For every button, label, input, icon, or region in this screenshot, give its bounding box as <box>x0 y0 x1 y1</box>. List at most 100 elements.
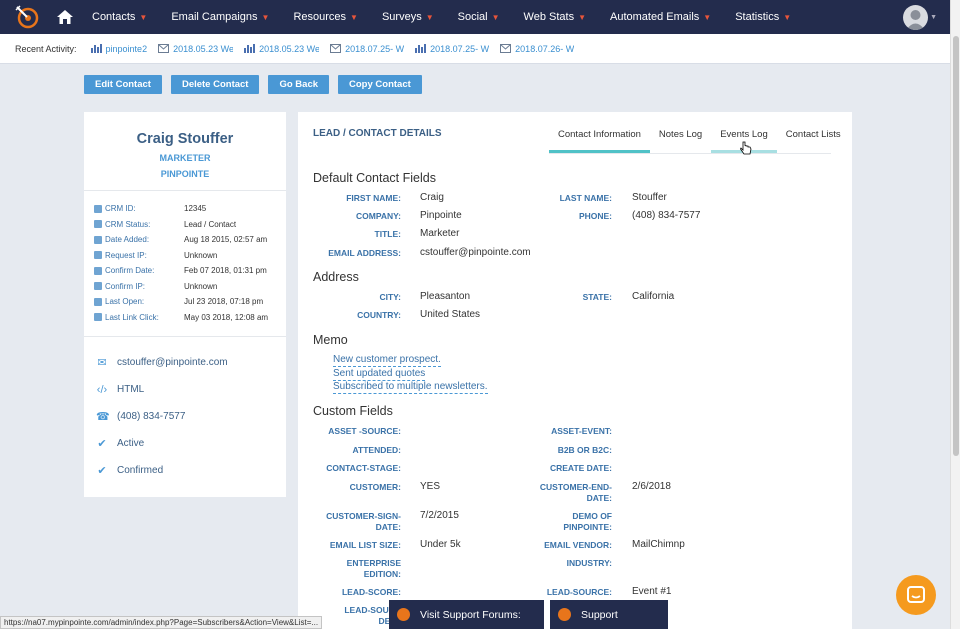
recent-item[interactable]: 2018.07.26- W <box>500 44 574 54</box>
demo-label-1: DEMO OF <box>572 511 612 521</box>
country-label: COUNTRY: <box>357 310 401 320</box>
email-item[interactable]: ✉ cstouffer@pinpointe.com <box>96 349 286 376</box>
meta-label: Confirm IP: <box>105 281 146 291</box>
recent-item-label: 2018.05.23 We <box>259 43 320 54</box>
lifebuoy-icon <box>558 608 571 621</box>
customer-end-date-value: 2/6/2018 <box>632 481 671 492</box>
asset-event-label: ASSET-EVENT: <box>551 426 612 436</box>
nav-label: Web Stats <box>523 11 575 23</box>
status-bar-url: https://na07.mypinpointe.com/admin/index… <box>0 616 323 629</box>
meta-value: Aug 18 2015, 02:57 am <box>184 235 268 245</box>
meta-label: Last Open: <box>105 297 145 307</box>
scrollbar-thumb[interactable] <box>953 36 959 456</box>
b2b-label: B2B OR B2C: <box>557 445 612 455</box>
copy-contact-button[interactable]: Copy Contact <box>338 75 422 94</box>
contact-company: PINPOINTE <box>160 169 210 179</box>
nav-email-campaigns[interactable]: Email Campaigns ▼ <box>159 0 281 34</box>
status-value: Active <box>117 438 145 449</box>
chevron-down-icon[interactable]: ▼ <box>930 14 937 21</box>
top-navbar: Contacts ▼ Email Campaigns ▼ Resources ▼ Su… <box>0 0 950 34</box>
recent-item[interactable]: pinpointe2 <box>90 43 148 54</box>
recent-item[interactable]: 2018.07.25- W <box>330 44 404 54</box>
email-icon <box>330 44 342 53</box>
customer-end-date-label-2: DATE: <box>586 493 612 503</box>
support-forums-button[interactable]: Visit Support Forums: <box>389 600 544 629</box>
recent-item-label: 2018.05.23 We <box>173 43 234 54</box>
chevron-down-icon: ▼ <box>783 12 792 22</box>
home-icon[interactable] <box>56 8 74 26</box>
email-value: cstouffer@pinpointe.com <box>420 247 531 258</box>
nav-social[interactable]: Social ▼ <box>446 0 512 34</box>
nav-statistics[interactable]: Statistics ▼ <box>723 0 803 34</box>
nav-surveys[interactable]: Surveys ▼ <box>370 0 446 34</box>
edit-contact-button[interactable]: Edit Contact <box>84 75 162 94</box>
nav-automated-emails[interactable]: Automated Emails ▼ <box>598 0 723 34</box>
nav-label: Resources <box>293 11 347 23</box>
nav-label: Surveys <box>381 11 422 23</box>
section-memo: Memo <box>313 333 348 347</box>
meta-label: Request IP: <box>105 250 147 260</box>
nav-label: Statistics <box>735 11 780 23</box>
chat-button[interactable] <box>896 575 936 615</box>
pointer-cursor-icon <box>740 141 752 155</box>
chart-icon <box>90 44 102 53</box>
contact-actions: Edit Contact Delete Contact Go Back Copy… <box>84 75 422 94</box>
first-name-label: FIRST NAME: <box>346 193 401 203</box>
chevron-down-icon: ▼ <box>491 12 500 22</box>
recent-item[interactable]: 2018.05.23 We <box>244 44 319 54</box>
tab-contact-information[interactable]: Contact Information <box>549 129 650 153</box>
tab-contact-lists[interactable]: Contact Lists <box>777 129 850 153</box>
memo-line[interactable]: Subscribed to multiple newsletters. <box>333 381 488 394</box>
code-icon: ‹/› <box>96 383 108 396</box>
nav-web-stats[interactable]: Web Stats ▼ <box>512 0 598 34</box>
meta-row: Confirm IP: Unknown <box>94 279 286 295</box>
demo-label-2: PINPOINTE: <box>563 522 612 532</box>
customer-end-date-label-1: CUSTOMER-END- <box>539 482 612 492</box>
calendar-icon <box>94 297 102 306</box>
meta-label: Confirm Date: <box>105 266 155 276</box>
meta-value: Jul 23 2018, 07:18 pm <box>184 297 264 307</box>
contact-title: MARKETER <box>159 153 211 163</box>
go-back-button[interactable]: Go Back <box>268 75 330 94</box>
chat-icon <box>907 586 925 603</box>
recent-item-label: 2018.07.25- W <box>345 43 405 54</box>
meta-value: Unknown <box>184 250 218 260</box>
chevron-down-icon: ▼ <box>139 12 148 22</box>
memo-line[interactable]: New customer prospect. <box>333 354 441 367</box>
recent-item-label: 2018.07.26- W <box>515 43 575 54</box>
phone-item: ☎ (408) 834-7577 <box>96 403 286 430</box>
meta-row: Request IP: Unknown <box>94 248 286 264</box>
pinpointe-logo[interactable] <box>14 4 40 30</box>
recent-item[interactable]: 2018.07.25- W <box>415 44 489 54</box>
nav-resources[interactable]: Resources ▼ <box>281 0 370 34</box>
detail-tabs: Contact Information Notes Log Events Log… <box>549 129 850 153</box>
recent-item-label: pinpointe2 <box>105 43 148 54</box>
recent-activity-label: Recent Activity: <box>15 43 77 54</box>
enterprise-label-2: EDITION: <box>363 569 401 579</box>
email-vendor-value: MailChimnp <box>632 539 685 550</box>
calendar-icon <box>94 313 102 322</box>
meta-label: CRM ID: <box>105 204 136 214</box>
format-item: ‹/› HTML <box>96 376 286 403</box>
meta-row: Confirm Date: Feb 07 2018, 01:31 pm <box>94 263 286 279</box>
phone-icon: ☎ <box>96 411 110 423</box>
meta-row: CRM ID: 12345 <box>94 201 286 217</box>
format-value: HTML <box>117 384 145 395</box>
email-list-size-value: Under 5k <box>420 539 461 550</box>
memo-line[interactable]: Sent updated quotes <box>333 368 426 381</box>
support-button[interactable]: Support <box>550 600 668 629</box>
customer-value: YES <box>420 481 441 492</box>
email-icon <box>158 44 170 53</box>
meta-value: Feb 07 2018, 01:31 pm <box>184 266 267 276</box>
user-avatar[interactable] <box>903 5 928 30</box>
tab-notes-log[interactable]: Notes Log <box>650 129 711 153</box>
nav-contacts[interactable]: Contacts ▼ <box>80 0 159 34</box>
recent-item[interactable]: 2018.05.23 We <box>158 44 233 54</box>
meta-label: Date Added: <box>105 235 150 245</box>
company-label: COMPANY: <box>355 211 401 221</box>
nav-label: Automated Emails <box>610 11 700 23</box>
delete-contact-button[interactable]: Delete Contact <box>170 75 260 94</box>
nav-label: Contacts <box>92 11 136 23</box>
customer-label: CUSTOMER: <box>349 482 401 492</box>
page-scrollbar[interactable] <box>950 0 960 629</box>
